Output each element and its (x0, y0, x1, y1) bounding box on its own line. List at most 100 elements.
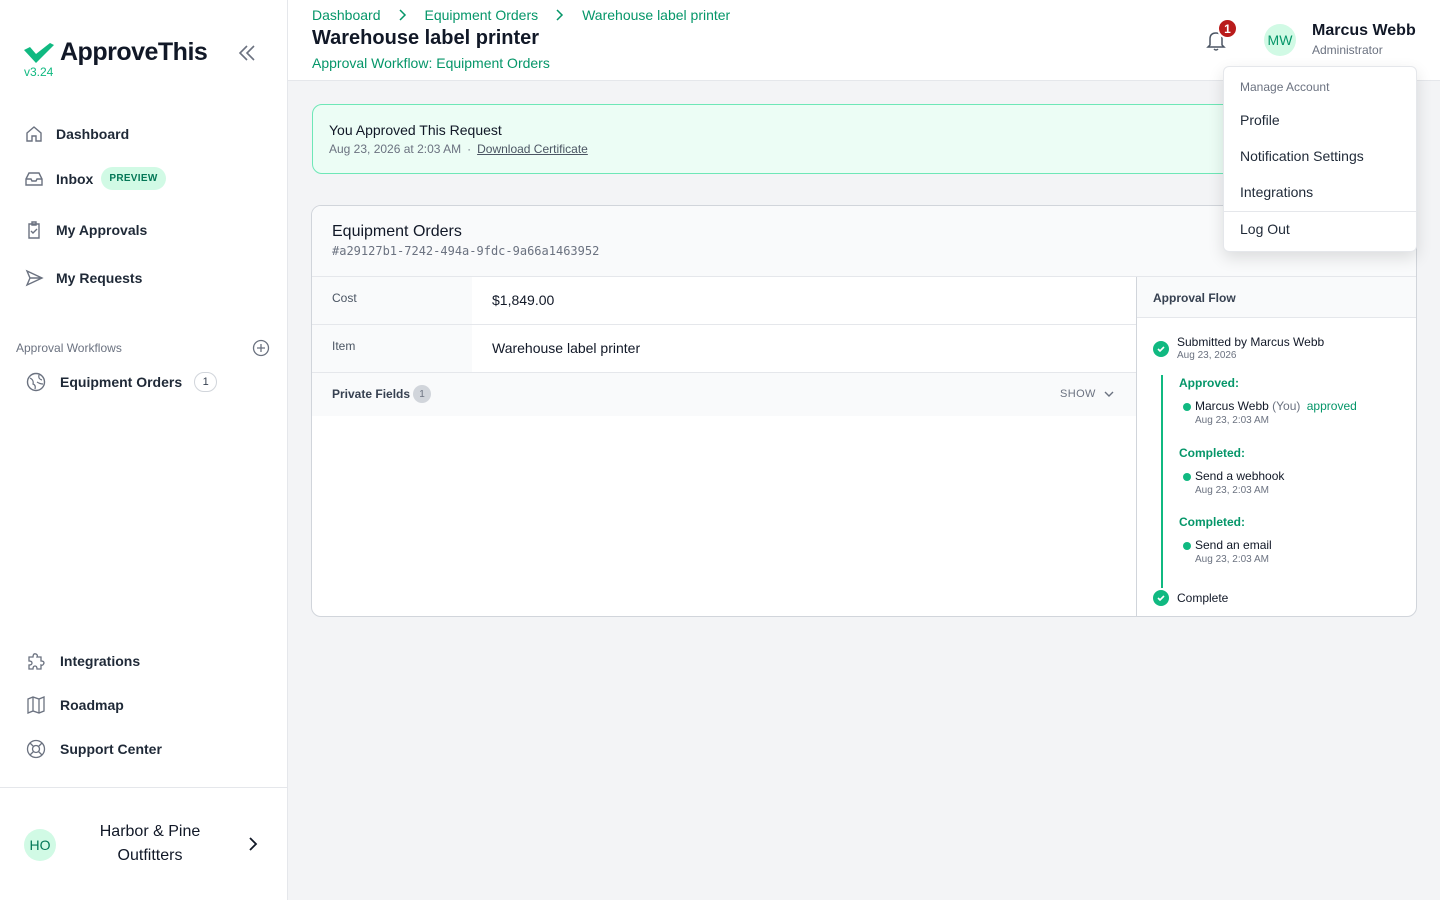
menu-item-integrations[interactable]: Integrations (1240, 184, 1313, 200)
workflow-count-badge: 1 (194, 372, 218, 392)
show-toggle-label: SHOW (1060, 388, 1096, 400)
nav-integrations-label: Integrations (60, 653, 141, 669)
flow-group-label: Completed: (1179, 515, 1245, 529)
workflow-equipment-orders-label: Equipment Orders (60, 374, 183, 390)
flow-step-dot (1183, 473, 1191, 481)
alert-separator: · (467, 142, 472, 156)
flow-timeline-line (1161, 375, 1163, 588)
flow-step-time: Aug 23, 2:03 AM (1195, 554, 1269, 565)
map-icon (26, 695, 46, 715)
nav-roadmap[interactable]: Roadmap (26, 695, 124, 715)
org-name: Harbor & Pine Outfitters (99, 823, 201, 864)
clipboard-check-icon (24, 220, 44, 240)
field-label-cost: Cost (312, 277, 472, 324)
menu-item-notification-settings[interactable]: Notification Settings (1240, 148, 1364, 164)
field-row-cost: Cost $1,849.00 (312, 277, 1136, 325)
chevron-right-icon (381, 9, 425, 21)
breadcrumb-equipment-orders[interactable]: Equipment Orders (425, 7, 539, 23)
inbox-icon (24, 169, 44, 189)
lifebuoy-icon (26, 739, 46, 759)
chevron-right-icon[interactable] (244, 835, 262, 853)
menu-divider (1224, 211, 1416, 212)
show-private-fields-toggle[interactable]: SHOW (1060, 387, 1116, 401)
user-avatar[interactable]: MW (1264, 24, 1296, 56)
request-card: Equipment Orders #a29127b1-7242-494a-9fd… (311, 205, 1417, 617)
private-fields-row: Private Fields 1 SHOW (312, 373, 1136, 416)
nav-inbox-label: Inbox (56, 170, 94, 187)
user-role: Administrator (1312, 43, 1383, 57)
request-workflow-title: Equipment Orders (332, 223, 462, 240)
flow-complete-text: Complete (1177, 591, 1229, 605)
app-name: ApproveThis (60, 38, 208, 66)
app-logo[interactable]: ApproveThis (24, 38, 208, 67)
breadcrumb-current[interactable]: Warehouse label printer (582, 7, 730, 23)
account-menu-header: Manage Account (1240, 80, 1330, 94)
organization-switcher[interactable]: HO Harbor & Pine Outfitters (0, 787, 287, 900)
nav-my-requests-label: My Requests (56, 270, 143, 286)
collapse-sidebar-icon[interactable] (236, 42, 258, 64)
add-workflow-icon[interactable] (252, 339, 270, 357)
nav-support-center[interactable]: Support Center (26, 739, 162, 759)
menu-item-log-out[interactable]: Log Out (1240, 221, 1290, 237)
app-version: v3.24 (24, 65, 54, 79)
alert-title: You Approved This Request (329, 122, 502, 138)
flow-group-label: Completed: (1179, 446, 1245, 460)
page-title: Warehouse label printer (312, 27, 540, 49)
nav-integrations[interactable]: Integrations (26, 651, 140, 671)
workflows-section-label: Approval Workflows (16, 341, 122, 355)
field-label-item: Item (312, 325, 472, 372)
check-circle-icon (1153, 590, 1169, 606)
account-menu: Manage Account Profile Notification Sett… (1223, 66, 1417, 252)
flow-approver-you: (You) (1272, 399, 1301, 413)
nav-roadmap-label: Roadmap (60, 697, 124, 713)
flow-step-time: Aug 23, 2:03 AM (1195, 415, 1269, 426)
chevron-down-icon (1104, 391, 1114, 397)
approval-flow-title: Approval Flow (1137, 277, 1416, 318)
chevron-right-icon (538, 9, 582, 21)
check-circle-icon (1153, 341, 1169, 357)
alert-timestamp: Aug 23, 2026 at 2:03 AM (329, 142, 462, 156)
org-avatar: HO (24, 829, 56, 861)
send-icon (24, 268, 44, 288)
flow-step-webhook: Send a webhook (1195, 469, 1285, 483)
nav-my-requests[interactable]: My Requests (24, 268, 142, 288)
private-fields-label: Private Fields (332, 387, 411, 401)
breadcrumb: Dashboard Equipment Orders Warehouse lab… (312, 7, 730, 23)
nav-dashboard[interactable]: Dashboard (24, 124, 129, 144)
flow-submitted-text: Submitted by Marcus Webb (1177, 335, 1325, 349)
nav-inbox[interactable]: Inbox PREVIEW (24, 167, 166, 190)
notification-count-badge: 1 (1217, 18, 1238, 39)
field-value-cost: $1,849.00 (492, 292, 555, 308)
flow-submitted-time: Aug 23, 2026 (1177, 350, 1237, 361)
nav-my-approvals-label: My Approvals (56, 222, 148, 238)
nav-my-approvals[interactable]: My Approvals (24, 220, 147, 240)
workflow-equipment-orders[interactable]: Equipment Orders 1 (26, 372, 218, 392)
menu-item-profile[interactable]: Profile (1240, 112, 1280, 128)
download-certificate-link[interactable]: Download Certificate (477, 142, 588, 156)
nav-support-center-label: Support Center (60, 741, 162, 757)
alert-meta: Aug 23, 2026 at 2:03 AM · Download Certi… (329, 142, 588, 156)
flow-step-dot (1183, 542, 1191, 550)
flow-step-dot (1183, 403, 1191, 411)
flow-step-time: Aug 23, 2:03 AM (1195, 485, 1269, 496)
field-value-item: Warehouse label printer (492, 340, 641, 356)
globe-icon (26, 372, 46, 392)
flow-group-label: Approved: (1179, 376, 1239, 390)
page-subtitle: Approval Workflow: Equipment Orders (312, 55, 550, 71)
private-fields-count: 1 (413, 385, 431, 403)
flow-approver-status: approved (1306, 399, 1357, 413)
nav-dashboard-label: Dashboard (56, 126, 130, 142)
approval-flow-panel: Approval Flow Submitted by Marcus Webb A… (1136, 277, 1416, 616)
request-id: #a29127b1-7242-494a-9fdc-9a66a1463952 (332, 244, 600, 258)
flow-approver-name: Marcus Webb (1195, 399, 1269, 413)
puzzle-icon (26, 651, 46, 671)
user-name[interactable]: Marcus Webb (1312, 22, 1416, 40)
breadcrumb-dashboard[interactable]: Dashboard (312, 7, 381, 23)
flow-step-email: Send an email (1195, 538, 1272, 552)
preview-badge: PREVIEW (101, 167, 166, 190)
flow-step-approver: Marcus Webb (You) approved (1195, 399, 1357, 413)
field-row-item: Item Warehouse label printer (312, 325, 1136, 373)
home-icon (24, 124, 44, 144)
sidebar: ApproveThis v3.24 Dashboard Inbox PREVIE… (0, 0, 288, 900)
checkmark-logo-icon (24, 42, 54, 63)
